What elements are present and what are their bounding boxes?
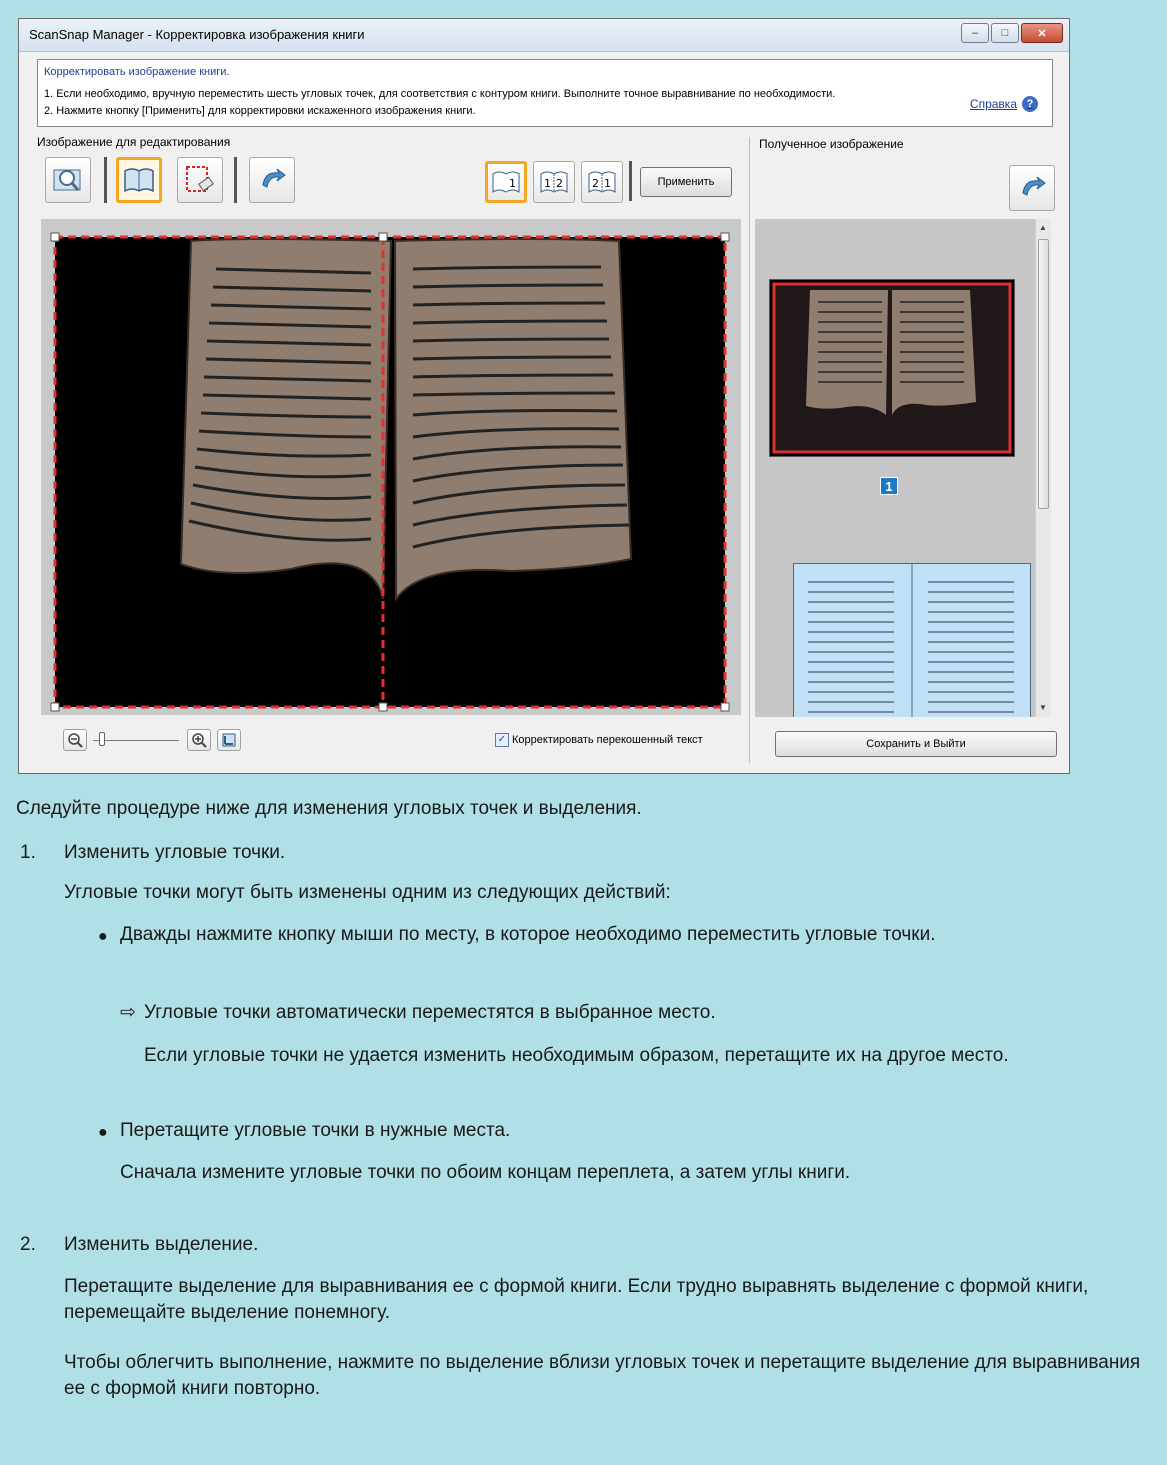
undo-icon: [262, 168, 286, 188]
zoom-out-icon: [68, 733, 83, 748]
page-mode-label: 12: [544, 177, 568, 190]
correct-skew-checkbox-group[interactable]: ✓ Корректировать перекошенный текст: [495, 733, 703, 747]
undo-button[interactable]: [249, 157, 295, 203]
book-tool-button[interactable]: [116, 157, 162, 203]
apply-button[interactable]: Применить: [640, 167, 732, 197]
result-thumb-image: [772, 282, 1012, 454]
result-arrow-icon: ⇨: [120, 1002, 136, 1023]
zoom-tool-button[interactable]: [45, 157, 91, 203]
arrow-result-text: Угловые точки автоматически переместятся…: [144, 1002, 716, 1023]
instruction-box: Корректировать изображение книги. 1. Есл…: [37, 59, 1053, 127]
zoom-in-button[interactable]: [187, 729, 211, 751]
result-thumbnails[interactable]: [755, 219, 1051, 717]
two-page-icon: 12: [540, 171, 568, 193]
book-icon: [124, 168, 154, 193]
save-and-exit-button[interactable]: Сохранить и Выйти: [775, 731, 1057, 757]
scroll-thumb[interactable]: [1038, 239, 1049, 509]
window-title: ScanSnap Manager - Корректировка изображ…: [29, 27, 365, 42]
zoom-icon: [53, 169, 81, 191]
arrow-note-text: Если угловые точки не удается изменить н…: [144, 1045, 1009, 1066]
step-1-title: Изменить угловые точки.: [64, 842, 286, 863]
step-2-title: Изменить выделение.: [64, 1234, 259, 1255]
bullet-2-text: Перетащите угловые точки в нужные места.: [120, 1120, 511, 1141]
intro-text: Следуйте процедуре ниже для изменения уг…: [16, 798, 642, 819]
toolbar-separator: [629, 161, 632, 201]
toolbar-separator: [234, 157, 237, 203]
single-page-icon: 1: [492, 171, 520, 193]
result-thumb-2-image: [808, 564, 1014, 717]
fit-window-icon: [222, 733, 236, 747]
page-number-badge: 1: [880, 477, 898, 495]
scroll-down-icon[interactable]: ▼: [1039, 703, 1047, 712]
result-thumbnail-1[interactable]: [769, 279, 1015, 457]
instruction-heading: Корректировать изображение книги.: [44, 66, 230, 78]
step-2-description: Перетащите выделение для выравнивания ее…: [64, 1276, 1089, 1323]
page-mode-21-button[interactable]: 21: [581, 161, 623, 203]
scroll-up-icon[interactable]: ▲: [1039, 223, 1047, 232]
zoom-slider-knob[interactable]: [99, 732, 105, 746]
two-page-reverse-icon: 21: [588, 171, 616, 193]
help-icon: ?: [1022, 96, 1038, 112]
instruction-line-1: 1. Если необходимо, вручную переместить …: [44, 88, 836, 100]
correct-skew-label: Корректировать перекошенный текст: [512, 734, 703, 746]
bullet-2-note: Сначала измените угловые точки по обоим …: [120, 1162, 851, 1183]
help-label: Справка: [969, 97, 1017, 111]
fit-to-window-button[interactable]: [217, 729, 241, 751]
scansnap-window: ScanSnap Manager - Корректировка изображ…: [18, 18, 1070, 774]
bullet-1-text: Дважды нажмите кнопку мыши по месту, в к…: [120, 924, 936, 945]
vertical-scrollbar[interactable]: ▲ ▼: [1035, 219, 1051, 717]
instruction-line-2: 2. Нажмите кнопку [Применить] для коррек…: [44, 105, 476, 117]
page-mode-label: 21: [592, 177, 616, 190]
crop-eraser-icon: [186, 166, 214, 192]
result-image-label: Полученное изображение: [759, 137, 904, 151]
step-1-description: Угловые точки могут быть изменены одним …: [64, 882, 671, 903]
book-scan-image: [50, 232, 730, 712]
title-bar: ScanSnap Manager - Корректировка изображ…: [19, 19, 1069, 52]
zoom-in-icon: [192, 733, 207, 748]
result-thumbnail-2[interactable]: [793, 563, 1031, 717]
page-mode-12-button[interactable]: 12: [533, 161, 575, 203]
correct-skew-checkbox[interactable]: ✓: [495, 733, 509, 747]
undo-icon: [1022, 176, 1046, 196]
panel-divider: [749, 137, 750, 763]
toolbar-separator: [104, 157, 107, 203]
result-undo-button[interactable]: [1009, 165, 1055, 211]
edit-image-label: Изображение для редактирования: [37, 135, 231, 149]
edit-image-area[interactable]: [41, 219, 741, 715]
step-2-note: Чтобы облегчить выполнение, нажмите по в…: [64, 1352, 1141, 1399]
zoom-out-button[interactable]: [63, 729, 87, 751]
page-mode-label: 1: [509, 177, 516, 190]
page-mode-1-button[interactable]: 1: [485, 161, 527, 203]
crop-eraser-tool-button[interactable]: [177, 157, 223, 203]
bullet-icon: ●: [98, 1124, 108, 1141]
zoom-slider-track[interactable]: [93, 740, 179, 741]
minimize-button[interactable]: –: [961, 23, 989, 43]
help-link[interactable]: Справка ?: [970, 96, 1038, 112]
maximize-button[interactable]: □: [991, 23, 1019, 43]
close-button[interactable]: ✕: [1021, 23, 1063, 43]
bullet-icon: ●: [98, 928, 108, 945]
